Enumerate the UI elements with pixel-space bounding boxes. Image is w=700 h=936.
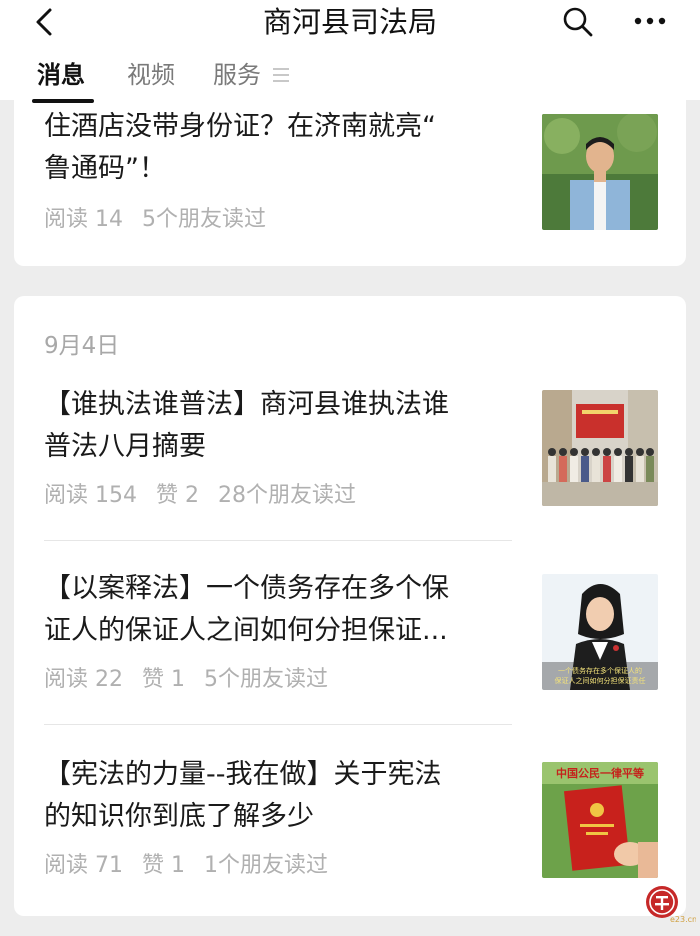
title-line: 普法八月摘要 [44,431,206,462]
more-icon[interactable] [630,6,670,36]
read-count: 阅读 154 [44,483,137,508]
friends-read: 28个朋友读过 [218,483,356,508]
thumb-caption: 中国公民一律平等 [556,766,644,780]
article-card[interactable]: 住酒店没带身份证？在济南就亮“ 鲁通码”！ 阅读 14 5个朋友读过 [14,100,686,266]
article-meta: 阅读 154 赞 2 28个朋友读过 [44,482,368,510]
portrait-image [542,114,658,230]
tab-bar: 消息 视频 服务 [0,56,700,103]
friends-read: 5个朋友读过 [142,207,266,232]
article-title[interactable]: 【以案释法】一个债务存在多个保 证人的保证人之间如何分担保证... [44,568,514,652]
like-count: 赞 1 [142,853,185,878]
search-icon[interactable] [560,4,596,40]
title-line: 住酒店没带身份证？在济南就亮“ [44,111,436,142]
group-photo-image [542,390,658,506]
active-tab-indicator [32,99,94,103]
divider [44,724,512,725]
article-thumbnail[interactable]: 一个债务存在多个保证人的 保证人之间如何分担保证责任 [542,574,658,690]
group-date: 9月4日 [44,333,120,359]
article-title[interactable]: 【宪法的力量--我在做】关于宪法 的知识你到底了解多少 [44,754,514,838]
title-line: 的知识你到底了解多少 [44,801,314,832]
article-meta: 阅读 14 5个朋友读过 [44,206,278,234]
article-meta: 阅读 71 赞 1 1个朋友读过 [44,852,340,880]
constitution-book-image: 中国公民一律平等 [542,762,658,878]
title-line: 【以案释法】一个债务存在多个保 [44,573,449,604]
divider [44,540,512,541]
like-count: 赞 2 [156,483,199,508]
tab-videos[interactable]: 视频 [127,56,175,94]
title-line: 【宪法的力量--我在做】关于宪法 [44,759,442,790]
like-count: 赞 1 [142,667,185,692]
watermark-text: e23.cn [670,915,696,924]
friends-read: 1个朋友读过 [204,853,328,878]
title-line: 鲁通码”！ [44,153,166,184]
article-meta: 阅读 22 赞 1 5个朋友读过 [44,666,340,694]
article-title[interactable]: 【谁执法谁普法】商河县谁执法谁 普法八月摘要 [44,384,514,468]
top-bar: 商河县司法局 消息 视频 服务 [0,0,700,103]
tab-messages[interactable]: 消息 [37,56,85,94]
article-title[interactable]: 住酒店没带身份证？在济南就亮“ 鲁通码”！ [44,106,514,190]
title-line: 【谁执法谁普法】商河县谁执法谁 [44,389,449,420]
title-line: 证人的保证人之间如何分担保证... [44,615,448,646]
menu-icon[interactable] [272,66,290,84]
thumb-caption: 保证人之间如何分担保证责任 [555,676,646,685]
article-thumbnail[interactable]: 中国公民一律平等 [542,762,658,878]
read-count: 阅读 71 [44,853,123,878]
lawyer-portrait-image: 一个债务存在多个保证人的 保证人之间如何分担保证责任 [542,574,658,690]
article-group-card: 9月4日 【谁执法谁普法】商河县谁执法谁 普法八月摘要 阅读 154 赞 2 2… [14,296,686,916]
read-count: 阅读 14 [44,207,123,232]
article-thumbnail[interactable] [542,114,658,230]
read-count: 阅读 22 [44,667,123,692]
tab-services[interactable]: 服务 [213,56,261,94]
friends-read: 5个朋友读过 [204,667,328,692]
article-thumbnail[interactable] [542,390,658,506]
thumb-caption: 一个债务存在多个保证人的 [558,666,642,675]
watermark-logo: e23.cn [646,886,696,924]
